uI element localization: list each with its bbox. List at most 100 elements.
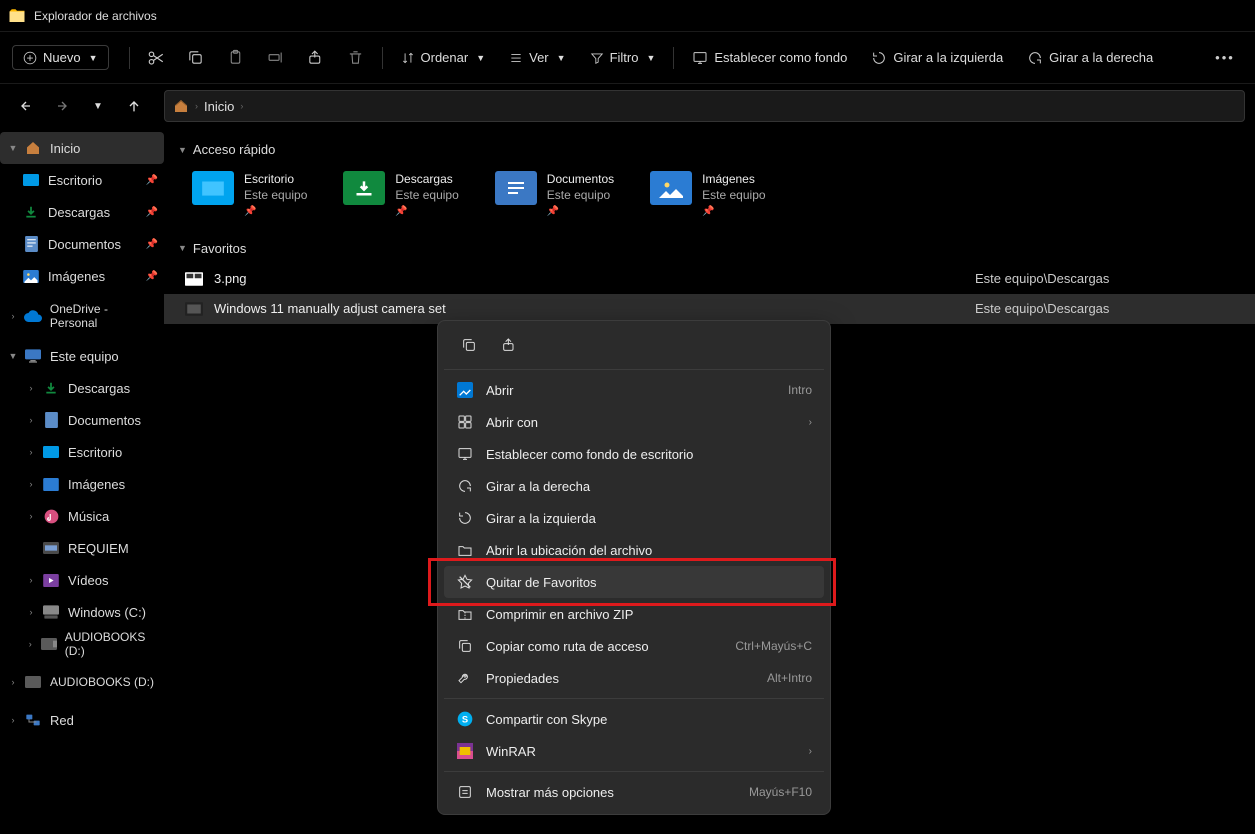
set-bg-button[interactable]: Establecer como fondo [682,44,857,72]
sidebar-desktop[interactable]: Escritorio 📌 [0,164,164,196]
cm-rotate-right[interactable]: Girar a la derecha [444,470,824,502]
cm-copy-button[interactable] [452,331,486,359]
forward-button[interactable] [46,90,78,122]
chevron-right-icon: › [24,415,38,425]
chevron-right-icon: › [240,101,243,111]
sidebar: ▼ Inicio Escritorio 📌 Descargas 📌 Docume… [0,128,164,834]
filter-icon [590,51,604,65]
pin-icon: 📌 [146,271,158,282]
sidebar-pc-windows-c[interactable]: ›Windows (C:) [0,596,164,628]
cm-open[interactable]: Abrir Intro [444,374,824,406]
up-button[interactable] [118,90,150,122]
sidebar-onedrive[interactable]: › OneDrive - Personal [0,300,164,332]
pin-icon: 📌 [146,207,158,218]
star-remove-icon [456,573,474,591]
sidebar-audiobooks2[interactable]: ›AUDIOBOOKS (D:) [0,666,164,698]
breadcrumb[interactable]: › Inicio › [164,90,1245,122]
winrar-icon [456,742,474,760]
cut-button[interactable] [138,40,174,76]
zip-icon [456,605,474,623]
paste-button[interactable] [218,40,254,76]
cm-winrar[interactable]: WinRAR › [444,735,824,767]
pin-icon: 📌 [146,175,158,186]
disk-icon [42,603,60,621]
cm-more-options[interactable]: Mostrar más opciones Mayús+F10 [444,776,824,808]
arrow-up-icon [126,98,142,114]
network-icon [24,711,42,729]
copy-button[interactable] [178,40,214,76]
downloads-folder-icon [343,171,385,205]
more-button[interactable]: ••• [1207,40,1243,76]
cm-open-location[interactable]: Abrir la ubicación del archivo [444,534,824,566]
chevron-right-icon: › [24,639,37,649]
share-button[interactable] [298,40,334,76]
chevron-down-icon: ▼ [178,243,187,253]
toolbar: Nuevo ▼ Ordenar ▼ Ver ▼ Filtro ▼ Estable… [0,32,1255,84]
pin-icon: 📌 [244,205,307,219]
new-button[interactable]: Nuevo ▼ [12,45,109,70]
quickaccess-header[interactable]: ▼ Acceso rápido [164,138,1255,161]
cm-copy-path[interactable]: Copiar como ruta de acceso Ctrl+Mayús+C [444,630,824,662]
cm-set-bg[interactable]: Establecer como fondo de escritorio [444,438,824,470]
favorite-item[interactable]: 3.png Este equipo\Descargas [164,264,1255,294]
sidebar-pc-videos[interactable]: ›Vídeos [0,564,164,596]
sidebar-pc-desktop[interactable]: ›Escritorio [0,436,164,468]
qa-pictures[interactable]: ImágenesEste equipo📌 [650,171,765,219]
filter-button[interactable]: Filtro ▼ [580,44,666,71]
qa-desktop[interactable]: EscritorioEste equipo📌 [192,171,307,219]
rename-button[interactable] [258,40,294,76]
rotate-left-icon [871,50,887,66]
recent-button[interactable]: ▼ [82,90,114,122]
delete-button[interactable] [338,40,374,76]
cm-share-button[interactable] [492,331,526,359]
view-button[interactable]: Ver ▼ [499,44,575,71]
sidebar-network[interactable]: ›Red [0,704,164,736]
favorites-list: 3.png Este equipo\Descargas Windows 11 m… [164,260,1255,328]
copy-icon [187,49,204,66]
chevron-right-icon: › [195,101,198,111]
sort-button[interactable]: Ordenar ▼ [391,44,496,71]
folder-icon [8,7,26,25]
chevron-right-icon: › [6,677,20,687]
desktop-icon [692,50,708,66]
back-button[interactable] [10,90,42,122]
sidebar-pc-music[interactable]: ›Música [0,500,164,532]
rotate-left-button[interactable]: Girar a la izquierda [861,44,1013,72]
sidebar-pc-audiobooks1[interactable]: ›AUDIOBOOKS (D:) [0,628,164,660]
breadcrumb-home[interactable]: Inicio [204,99,234,114]
chevron-down-icon: ▼ [646,53,655,63]
cm-properties[interactable]: Propiedades Alt+Intro [444,662,824,694]
sidebar-documents[interactable]: Documentos 📌 [0,228,164,260]
document-icon [22,235,40,253]
sidebar-pc-pictures[interactable]: ›Imágenes [0,468,164,500]
qa-documents[interactable]: DocumentosEste equipo📌 [495,171,614,219]
pictures-folder-icon [650,171,692,205]
sort-icon [401,51,415,65]
sidebar-pc-downloads[interactable]: ›Descargas [0,372,164,404]
cm-skype[interactable]: S Compartir con Skype [444,703,824,735]
sidebar-home[interactable]: ▼ Inicio [0,132,164,164]
sidebar-pictures[interactable]: Imágenes 📌 [0,260,164,292]
image-file-icon [184,271,204,287]
drive-icon [42,539,60,557]
chevron-right-icon: › [24,383,38,393]
context-menu: Abrir Intro Abrir con › Establecer como … [437,320,831,815]
chevron-down-icon: ▼ [6,143,20,153]
sidebar-downloads[interactable]: Descargas 📌 [0,196,164,228]
picture-icon [42,475,60,493]
rename-icon [267,49,284,66]
rotate-right-button[interactable]: Girar a la derecha [1017,44,1163,72]
favorites-header[interactable]: ▼ Favoritos [164,237,1255,260]
cm-remove-favorites[interactable]: Quitar de Favoritos [444,566,824,598]
download-icon [42,379,60,397]
documents-folder-icon [495,171,537,205]
sidebar-pc-requiem[interactable]: REQUIEM [0,532,164,564]
cm-openwith[interactable]: Abrir con › [444,406,824,438]
sidebar-thispc[interactable]: ▼ Este equipo [0,340,164,372]
sidebar-pc-documents[interactable]: ›Documentos [0,404,164,436]
chevron-down-icon: ▼ [89,53,98,63]
video-icon [42,571,60,589]
cm-compress-zip[interactable]: Comprimir en archivo ZIP [444,598,824,630]
cm-rotate-left[interactable]: Girar a la izquierda [444,502,824,534]
qa-downloads[interactable]: DescargasEste equipo📌 [343,171,458,219]
